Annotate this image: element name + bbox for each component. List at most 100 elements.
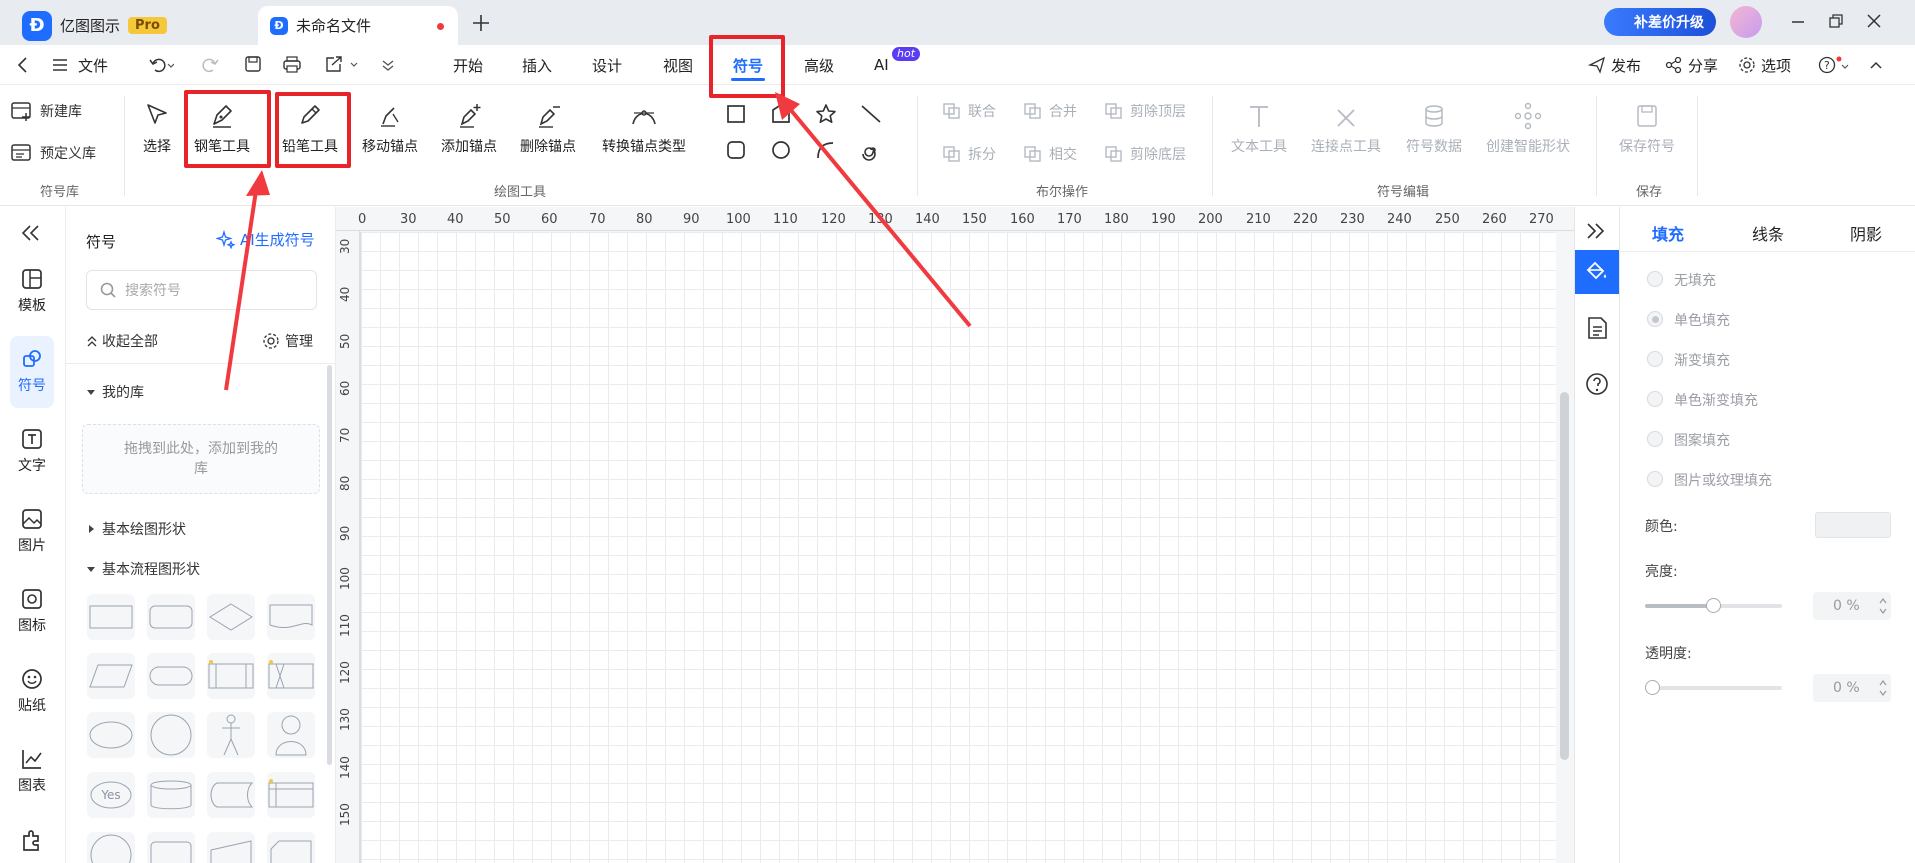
convert-anchor-button[interactable]: 转换锚点类型	[602, 96, 686, 156]
drawing-canvas[interactable]	[360, 232, 1556, 863]
shape-data[interactable]	[87, 653, 135, 699]
shape-rounded-process[interactable]	[147, 594, 195, 640]
expand-panel-icon[interactable]	[1585, 222, 1607, 240]
manage-button[interactable]: 管理	[262, 331, 313, 351]
split-button[interactable]: 拆分	[942, 144, 996, 164]
save-symbol-button[interactable]: 保存符号	[1619, 96, 1675, 156]
radio-gradient-fill[interactable]	[1647, 351, 1663, 367]
upgrade-button[interactable]: 补差价升级	[1604, 8, 1716, 36]
symbol-panel-scrollbar[interactable]	[327, 365, 332, 765]
shape-process[interactable]	[87, 594, 135, 640]
shape-card-rect[interactable]	[267, 772, 315, 818]
line-tool-icon[interactable]	[860, 104, 882, 124]
rounded-rect-tool-icon[interactable]	[726, 140, 746, 160]
spiral-tool-icon[interactable]	[860, 139, 882, 161]
nav-text[interactable]: 文字	[0, 428, 64, 475]
new-library-button[interactable]: 新建库	[10, 100, 82, 122]
menu-start[interactable]: 开始	[453, 45, 483, 85]
symbol-data-button[interactable]: 符号数据	[1406, 96, 1462, 156]
canvas-scrollbar[interactable]	[1560, 392, 1569, 760]
my-library-dropzone[interactable]: 拖拽到此处，添加到我的库	[82, 424, 320, 494]
delete-anchor-button[interactable]: 删除锚点	[520, 96, 576, 156]
menu-advanced[interactable]: 高级	[804, 45, 834, 85]
minimize-icon[interactable]	[1790, 14, 1806, 30]
shape-manual-input[interactable]	[207, 832, 255, 863]
select-tool-button[interactable]: 选择	[143, 96, 171, 156]
radio-pattern-fill[interactable]	[1647, 431, 1663, 447]
fill-panel-button[interactable]	[1575, 250, 1619, 294]
undo-icon[interactable]	[148, 56, 174, 74]
brightness-value-input[interactable]: 0 %	[1813, 592, 1891, 620]
arc-tool-icon[interactable]	[815, 140, 835, 160]
nav-icon[interactable]: 图标	[0, 588, 64, 635]
my-library-section[interactable]: 我的库	[86, 382, 144, 402]
shape-predefined-process[interactable]	[207, 653, 255, 699]
shape-document[interactable]	[267, 594, 315, 640]
menu-design[interactable]: 设计	[592, 45, 622, 85]
avatar[interactable]	[1730, 6, 1762, 38]
shape-terminator[interactable]	[147, 653, 195, 699]
more-dropdown-icon[interactable]	[380, 57, 396, 73]
redo-icon[interactable]	[202, 56, 220, 74]
page-properties-icon[interactable]	[1586, 316, 1608, 340]
nav-image[interactable]: 图片	[0, 508, 64, 555]
transparency-value-input[interactable]: 0 %	[1813, 674, 1891, 702]
connect-point-tool-button[interactable]: 连接点工具	[1311, 96, 1381, 156]
shape-card[interactable]	[267, 832, 315, 863]
options-button[interactable]: 选项	[1738, 45, 1791, 85]
stepper-icon[interactable]	[1879, 596, 1887, 616]
union-button[interactable]: 联合	[942, 101, 996, 121]
basic-drawing-section[interactable]: 基本绘图形状	[86, 519, 186, 539]
create-smart-shape-button[interactable]: 创建智能形状	[1486, 96, 1570, 156]
shape-user[interactable]	[267, 712, 315, 758]
rectangle-tool-icon[interactable]	[726, 104, 746, 124]
star-tool-icon[interactable]	[815, 103, 837, 125]
restore-icon[interactable]	[1828, 13, 1844, 29]
color-picker[interactable]	[1815, 512, 1891, 538]
search-symbol-input[interactable]: 搜索符号	[86, 270, 317, 310]
basic-flow-section[interactable]: 基本流程图形状	[86, 559, 200, 579]
brightness-slider[interactable]	[1645, 598, 1782, 613]
transparency-slider-thumb[interactable]	[1645, 680, 1660, 695]
shape-internal-storage[interactable]	[267, 653, 315, 699]
file-menu[interactable]: 文件	[52, 45, 108, 85]
move-anchor-button[interactable]: 移动锚点	[362, 96, 418, 156]
tab-fill[interactable]: 填充	[1652, 221, 1684, 245]
shape-actor[interactable]	[207, 712, 255, 758]
radio-no-fill[interactable]	[1647, 271, 1663, 287]
collapse-ribbon-icon[interactable]	[1868, 57, 1884, 73]
print-icon[interactable]	[282, 55, 302, 73]
new-tab-plus-icon[interactable]	[470, 12, 492, 34]
menu-ai[interactable]: AI	[874, 45, 889, 85]
app-tab[interactable]: Ð 亿图图示 Pro	[10, 6, 254, 45]
shape-stored-data[interactable]	[207, 772, 255, 818]
text-tool-button[interactable]: 文本工具	[1231, 96, 1287, 156]
shape-decision[interactable]	[207, 594, 255, 640]
stepper-icon[interactable]	[1879, 678, 1887, 698]
menu-view[interactable]: 视图	[663, 45, 693, 85]
help-circle-icon[interactable]	[1585, 372, 1609, 396]
intersect-button[interactable]: 相交	[1023, 144, 1077, 164]
radio-texture-fill[interactable]	[1647, 471, 1663, 487]
combine-button[interactable]: 合并	[1023, 101, 1077, 121]
help-icon[interactable]: ?	[1818, 56, 1852, 74]
collapse-all-button[interactable]: 收起全部	[86, 331, 158, 351]
plugin-icon[interactable]	[20, 828, 44, 852]
close-window-icon[interactable]	[1866, 13, 1882, 29]
back-icon[interactable]	[15, 56, 31, 74]
share-button[interactable]: 分享	[1665, 45, 1718, 85]
shape-database[interactable]	[147, 772, 195, 818]
shape-direct-data[interactable]	[147, 832, 195, 863]
nav-sticker[interactable]: 贴纸	[0, 668, 64, 715]
radio-solid-fill[interactable]	[1647, 311, 1663, 327]
nav-chart[interactable]: 图表	[0, 748, 64, 795]
document-tab[interactable]: Ð 未命名文件	[258, 6, 458, 45]
shape-yes-ellipse[interactable]: Yes	[87, 772, 135, 818]
collapse-panel-icon[interactable]	[20, 224, 42, 242]
subtract-bottom-button[interactable]: 剪除底层	[1104, 144, 1186, 164]
tab-line[interactable]: 线条	[1752, 221, 1784, 245]
save-icon[interactable]	[244, 55, 262, 73]
radio-single-gradient-fill[interactable]	[1647, 391, 1663, 407]
ellipse-tool-icon[interactable]	[771, 140, 791, 160]
export-icon[interactable]	[324, 55, 360, 73]
